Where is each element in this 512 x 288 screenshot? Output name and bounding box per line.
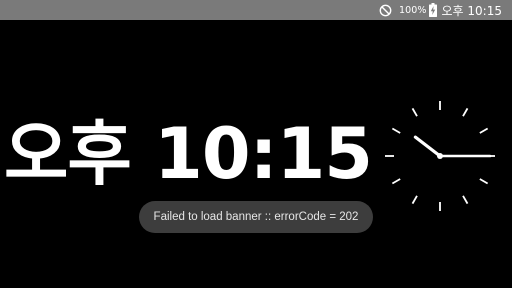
- hour-hand: [413, 135, 442, 158]
- digital-clock-time: 오후 10:15: [4, 113, 373, 195]
- status-bar: 100% 오후 10:15: [0, 0, 512, 20]
- status-bar-time: 오후 10:15: [441, 3, 502, 18]
- analog-clock-icon: [385, 101, 495, 211]
- error-toast: Failed to load banner :: errorCode = 202: [139, 201, 373, 233]
- do-not-disturb-icon: [379, 4, 392, 16]
- clock-tick: [411, 195, 418, 205]
- clock-tick: [479, 178, 489, 185]
- toast-message: Failed to load banner :: errorCode = 202: [153, 211, 359, 223]
- battery-charging-icon: [428, 3, 437, 17]
- clock-tick: [462, 107, 469, 117]
- clock-center-pin: [437, 153, 443, 159]
- status-icons: 100% 오후 10:15: [379, 0, 502, 20]
- clock-screen: 100% 오후 10:15 오후 10:15 Failed to load ba…: [0, 0, 512, 288]
- clock-tick: [411, 107, 418, 117]
- clock-tick: [479, 127, 489, 134]
- clock-tick: [391, 178, 401, 185]
- clock-tick: [391, 127, 401, 134]
- battery-percent: 100%: [398, 4, 427, 16]
- clock-tick: [462, 195, 469, 205]
